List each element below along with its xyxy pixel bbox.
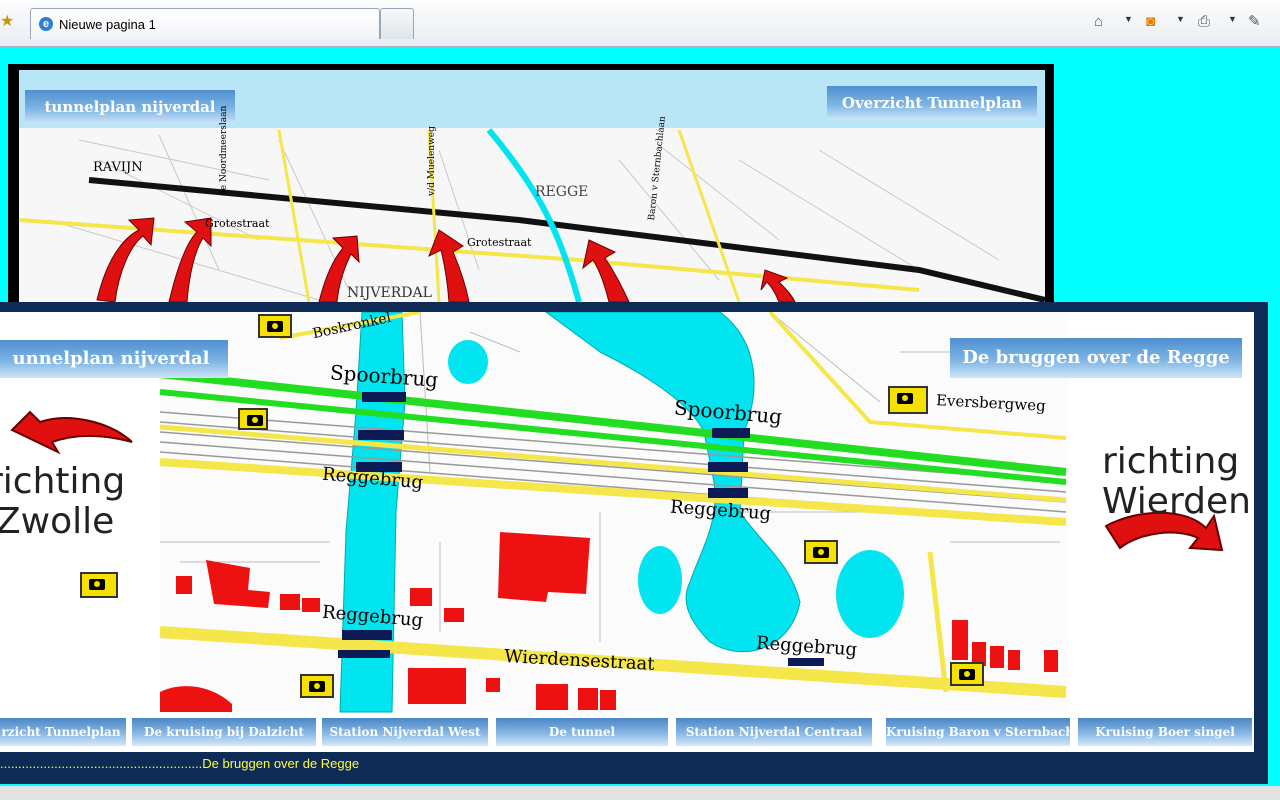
feeds-icon[interactable]: ◙	[1146, 12, 1155, 32]
map-label-grotestraat-west: Grotestraat	[205, 217, 270, 230]
camera-icon[interactable]	[950, 662, 984, 686]
nav-de-tunnel[interactable]: De tunnel	[496, 718, 668, 746]
map-label-muelenweg: v/d Muelenweg	[427, 126, 437, 196]
new-tab-button[interactable]	[380, 8, 414, 39]
current-page-status: ........................................…	[0, 756, 360, 771]
map-label-noordmeerslaan: de Noordmeerslaan	[219, 105, 229, 196]
map-label-ravijn: RAVIJN	[93, 160, 143, 175]
camera-icon[interactable]	[238, 408, 268, 430]
camera-icon[interactable]	[80, 572, 118, 598]
camera-icon[interactable]	[888, 386, 928, 414]
section-heading-bruggen: De bruggen over de Regge	[950, 338, 1242, 378]
camera-icon[interactable]	[804, 540, 838, 564]
direction-wierden-line1: richting	[1102, 441, 1240, 482]
camera-icon[interactable]	[300, 674, 334, 698]
top-overview-button[interactable]: Overzicht Tunnelplan	[827, 86, 1037, 120]
nav-station-nijverdal-centraal[interactable]: Station Nijverdal Centraal	[676, 718, 872, 746]
top-page-frame: tunnelplan nijverdal Overzicht Tunnelpla…	[8, 64, 1054, 312]
nav-kruising-dalzicht[interactable]: De kruising bij Dalzicht	[132, 718, 316, 746]
front-page-frame: unnelplan nijverdal De bruggen over de R…	[0, 302, 1268, 784]
bridges-map: unnelplan nijverdal De bruggen over de R…	[0, 312, 1254, 752]
print-dropdown-icon[interactable]: ▼	[1228, 14, 1237, 24]
front-page-title: unnelplan nijverdal	[0, 340, 228, 378]
nav-kruising-boer-singel[interactable]: Kruising Boer singel	[1078, 718, 1252, 746]
direction-zwolle-line1: richting	[0, 461, 126, 502]
direction-wierden-label: richting Wierden	[1102, 442, 1251, 522]
favorites-star-icon[interactable]: ★	[0, 12, 14, 32]
browser-status-bar	[0, 786, 1280, 800]
page-icon[interactable]: ✎	[1248, 12, 1261, 32]
tab-title: Nieuwe pagina 1	[59, 17, 156, 32]
top-page-title: tunnelplan nijverdal	[25, 90, 235, 124]
browser-toolbar: ★ e Nieuwe pagina 1 ⌂ ▼ ◙ ▼ ⎙ ▼ ✎	[0, 0, 1280, 47]
direction-zwolle-label: richting Zwolle	[0, 462, 125, 542]
nav-station-nijverdal-west[interactable]: Station Nijverdal West	[322, 718, 488, 746]
map-label-regge: REGGE	[535, 184, 589, 200]
home-dropdown-icon[interactable]: ▼	[1124, 14, 1133, 24]
print-icon[interactable]: ⎙	[1198, 12, 1210, 32]
nav-overzicht-tunnelplan[interactable]: rzicht Tunnelplan	[0, 718, 126, 746]
direction-wierden-line2: Wierden	[1102, 481, 1251, 522]
home-icon[interactable]: ⌂	[1094, 12, 1103, 32]
arrow-left-graphic	[10, 410, 133, 455]
feeds-dropdown-icon[interactable]: ▼	[1176, 14, 1185, 24]
camera-icon[interactable]	[258, 314, 292, 338]
bridges-map-graphic	[10, 312, 1224, 713]
ie-page-icon: e	[39, 17, 53, 31]
top-page-map: tunnelplan nijverdal Overzicht Tunnelpla…	[19, 70, 1045, 302]
nav-kruising-baron-sternbach[interactable]: Kruising Baron v Sternbach	[886, 718, 1070, 746]
map-label-nijverdal: NIJVERDAL	[347, 285, 432, 301]
browser-tab[interactable]: e Nieuwe pagina 1	[30, 8, 380, 39]
direction-zwolle-line2: Zwolle	[0, 501, 115, 542]
map-label-grotestraat-east: Grotestraat	[467, 236, 532, 249]
